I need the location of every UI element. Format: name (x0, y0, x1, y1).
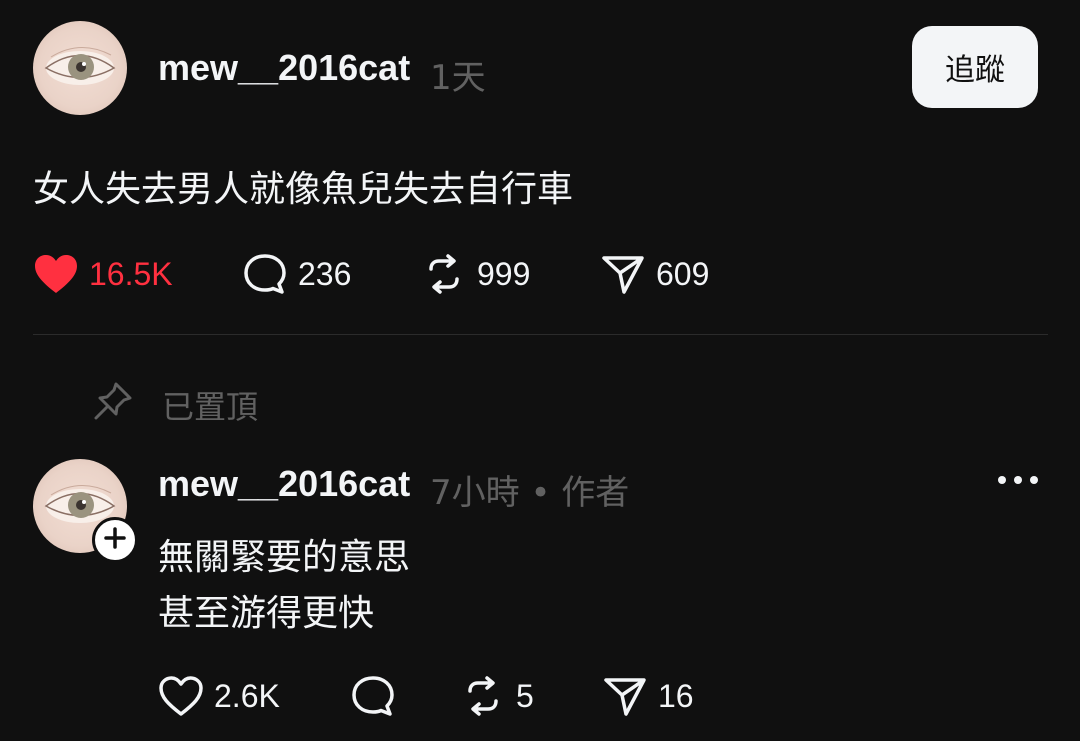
follow-button[interactable]: 追蹤 (912, 26, 1038, 108)
reply-text-line-2: 甚至游得更快 (158, 593, 375, 634)
share-icon (602, 675, 648, 717)
reply-repost-button[interactable]: 5 (460, 675, 534, 717)
post-time: 1天 (430, 58, 486, 98)
pinned-text: 已置頂 (162, 388, 259, 426)
divider (33, 334, 1048, 335)
repost-icon (460, 675, 506, 717)
reply-text-line-1: 無關緊要的意思 (158, 537, 411, 578)
like-count: 16.5K (89, 255, 173, 292)
reply-comment-button[interactable] (350, 675, 396, 717)
comment-button[interactable]: 236 (242, 253, 351, 295)
like-button[interactable]: 16.5K (33, 253, 173, 295)
follow-plus-button[interactable] (92, 517, 138, 563)
plus-icon (103, 526, 127, 554)
heart-icon (33, 253, 79, 295)
repost-button[interactable]: 999 (421, 253, 530, 295)
pinned-label: 已置頂 (92, 380, 258, 430)
more-button[interactable] (996, 470, 1040, 490)
more-icon (996, 475, 1040, 494)
post-username[interactable]: mew__2016cat (158, 47, 410, 89)
reply-username[interactable]: mew__2016cat (158, 463, 410, 505)
repost-count: 999 (477, 255, 531, 292)
share-count: 609 (656, 255, 710, 292)
reply-meta: 7小時 • 作者 (430, 473, 630, 513)
comment-icon (350, 675, 396, 717)
reply-like-button[interactable]: 2.6K (158, 675, 280, 717)
pin-icon (92, 380, 134, 430)
reply-like-count: 2.6K (214, 677, 280, 714)
reply-share-button[interactable]: 16 (602, 675, 694, 717)
share-button[interactable]: 609 (600, 253, 709, 295)
threads-post-view: mew__2016cat 1天 追蹤 女人失去男人就像魚兒失去自行車 16.5K… (0, 0, 1080, 741)
comment-icon (242, 253, 288, 295)
reply-repost-count: 5 (516, 677, 534, 714)
post-text: 女人失去男人就像魚兒失去自行車 (33, 169, 574, 210)
repost-icon (421, 253, 467, 295)
comment-count: 236 (298, 255, 352, 292)
share-icon (600, 253, 646, 295)
reply-share-count: 16 (658, 677, 694, 714)
avatar[interactable] (33, 21, 127, 115)
heart-icon (158, 675, 204, 717)
